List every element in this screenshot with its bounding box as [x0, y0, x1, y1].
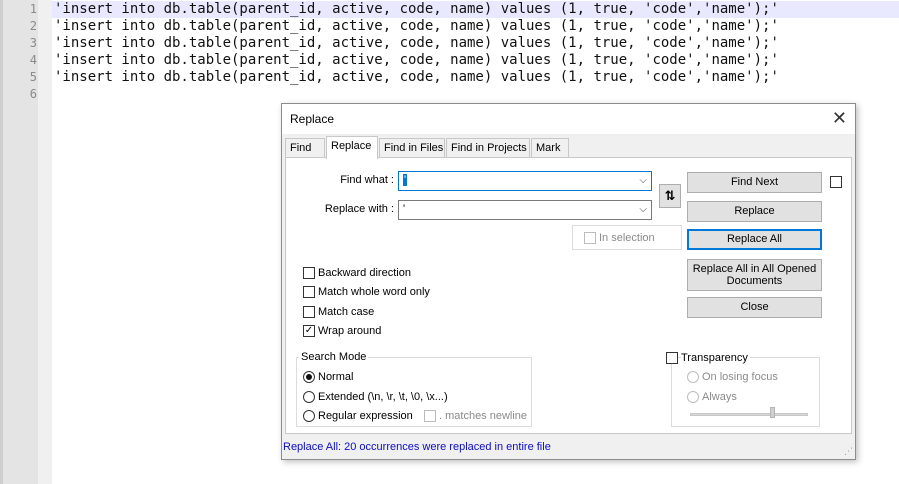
code-line[interactable]: 'insert into db.table(parent_id, active,… — [54, 52, 779, 69]
tab-replace[interactable]: Replace — [326, 136, 378, 159]
find-next-option-checkbox[interactable] — [830, 176, 842, 188]
replace-with-label: Replace with : — [324, 203, 394, 215]
dialog-title: Replace — [290, 112, 335, 126]
wrap-around-checkbox[interactable]: ✓ — [303, 325, 315, 337]
match-whole-word-label: Match whole word only — [318, 286, 430, 298]
find-what-label: Find what : — [340, 174, 394, 186]
matches-newline-label: . matches newline — [439, 410, 528, 422]
normal-label: Normal — [318, 371, 354, 383]
replace-tab-panel: Find what : ' ⌵ Replace with : ' ⌵ ⇅ Fin… — [285, 157, 852, 434]
replace-with-input[interactable]: ' ⌵ — [398, 200, 652, 220]
wrap-around-label: Wrap around — [318, 325, 382, 337]
matches-newline-checkbox[interactable] — [424, 410, 436, 422]
chevron-down-icon[interactable]: ⌵ — [639, 204, 647, 215]
fold-margin[interactable] — [38, 0, 52, 484]
search-mode-title: Search Mode — [299, 351, 369, 363]
replace-dialog: Replace ✕ Find Replace Find in Files Fin… — [281, 103, 856, 460]
replace-all-button[interactable]: Replace All — [687, 229, 822, 250]
match-case-checkbox[interactable] — [303, 306, 315, 318]
extended-label: Extended (\n, \r, \t, \0, \x...) — [318, 391, 448, 403]
tab-mark[interactable]: Mark — [531, 138, 569, 158]
code-line[interactable]: 'insert into db.table(parent_id, active,… — [52, 1, 899, 18]
tab-find-in-projects[interactable]: Find in Projects — [446, 138, 530, 158]
chevron-down-icon[interactable]: ⌵ — [639, 175, 647, 186]
dialog-titlebar[interactable]: Replace ✕ — [282, 104, 855, 134]
line-number: 5 — [29, 70, 37, 84]
line-number: 2 — [29, 19, 37, 33]
regex-label: Regular expression — [318, 410, 413, 422]
normal-radio[interactable] — [303, 371, 315, 383]
close-icon[interactable]: ✕ — [832, 109, 847, 127]
backward-direction-checkbox[interactable] — [303, 267, 315, 279]
match-whole-word-checkbox[interactable] — [303, 286, 315, 298]
replace-button[interactable]: Replace — [687, 201, 822, 222]
transparency-label: Transparency — [681, 352, 750, 364]
close-button[interactable]: Close — [687, 297, 822, 318]
replace-all-opened-button[interactable]: Replace All in All Opened Documents — [687, 259, 822, 291]
code-line[interactable]: 'insert into db.table(parent_id, active,… — [54, 35, 779, 52]
in-selection-checkbox[interactable] — [584, 232, 596, 244]
line-number: 6 — [29, 87, 37, 101]
find-what-input[interactable]: ' ⌵ — [398, 171, 652, 191]
extended-radio[interactable] — [303, 391, 315, 403]
resize-grip-icon[interactable]: ⋰ — [844, 446, 853, 457]
always-radio[interactable] — [687, 391, 699, 403]
find-next-button[interactable]: Find Next — [687, 172, 822, 193]
on-losing-focus-radio[interactable] — [687, 371, 699, 383]
in-selection-label: In selection — [599, 232, 655, 244]
regex-radio[interactable] — [303, 410, 315, 422]
code-line[interactable]: 'insert into db.table(parent_id, active,… — [54, 69, 779, 86]
line-number: 1 — [29, 2, 37, 16]
transparency-checkbox[interactable] — [666, 352, 678, 364]
transparency-slider-thumb[interactable] — [770, 407, 775, 418]
always-label: Always — [702, 391, 737, 403]
line-number-gutter: 1 2 3 4 5 6 — [0, 0, 38, 484]
tab-find[interactable]: Find — [285, 138, 325, 158]
on-losing-focus-label: On losing focus — [702, 371, 778, 383]
find-what-value: ' — [403, 174, 408, 186]
status-message: Replace All: 20 occurrences were replace… — [283, 441, 551, 453]
replace-with-value: ' — [403, 203, 406, 215]
backward-direction-label: Backward direction — [318, 267, 411, 279]
match-case-label: Match case — [318, 306, 375, 318]
line-number: 3 — [29, 36, 37, 50]
transparency-slider-track[interactable] — [690, 413, 808, 416]
line-number: 4 — [29, 53, 37, 67]
swap-icon[interactable]: ⇅ — [659, 184, 681, 208]
code-line[interactable]: 'insert into db.table(parent_id, active,… — [54, 18, 779, 35]
tab-find-in-files[interactable]: Find in Files — [379, 138, 445, 158]
